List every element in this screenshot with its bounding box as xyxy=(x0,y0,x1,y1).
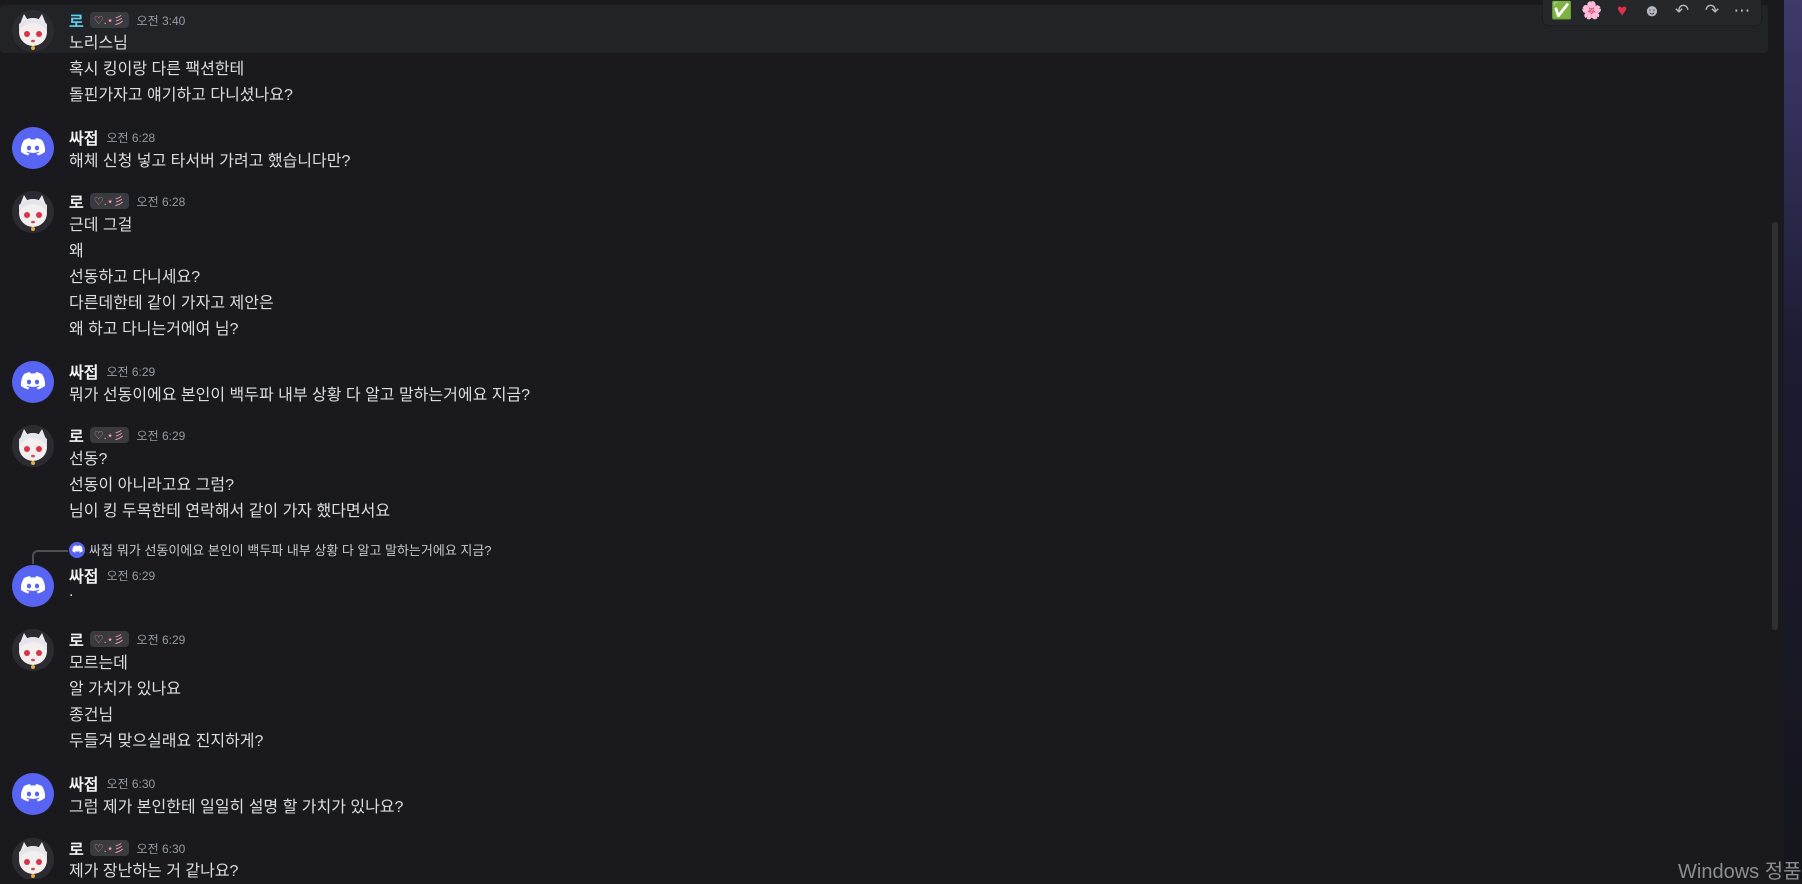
heart-icon: ♡.⋆彡 xyxy=(93,430,125,442)
timestamp: 오전 6:29 xyxy=(136,428,186,443)
author-name[interactable]: 로 xyxy=(69,189,84,213)
message-line: 모르는데 xyxy=(69,655,128,672)
message-actions-toolbar: ✅ 🌸 ♥ ☻ ↶ ↷ ⋯ xyxy=(1542,0,1762,26)
author-name[interactable]: 싸접 xyxy=(69,359,98,383)
check-reaction-icon[interactable]: ✅ xyxy=(1551,0,1573,22)
discord-logo-icon xyxy=(20,576,46,594)
side-panel-edge xyxy=(1784,0,1802,879)
message-line: 종건님 xyxy=(69,707,114,724)
cherry-blossom-reaction-icon[interactable]: 🌸 xyxy=(1581,0,1603,22)
server-tag-badge[interactable]: ♡.⋆彡 xyxy=(89,427,129,443)
author-name[interactable]: 싸접 xyxy=(69,771,98,795)
message-line: 선동하고 다니세요? xyxy=(69,269,201,286)
message-line: 다른데한테 같이 가자고 제안은 xyxy=(69,295,274,312)
message-line: 선동이 아니라고요 그럼? xyxy=(69,477,234,494)
message-line: 선동? xyxy=(69,451,108,468)
avatar[interactable] xyxy=(12,565,54,607)
author-name[interactable]: 로 xyxy=(69,423,84,447)
more-icon[interactable]: ⋯ xyxy=(1731,0,1753,22)
message-line: 왜 하고 다니는거에여 님? xyxy=(69,321,239,338)
heart-icon: ♡.⋆彡 xyxy=(93,15,125,27)
avatar[interactable] xyxy=(12,361,54,403)
message-line: 돌핀가자고 얘기하고 다니셨나요? xyxy=(69,87,293,104)
timestamp: 오전 6:29 xyxy=(106,364,156,379)
message-line: 알 가치가 있나요 xyxy=(69,681,181,698)
avatar[interactable] xyxy=(12,773,54,815)
heart-icon: ♡.⋆彡 xyxy=(93,196,125,208)
heart-icon: ♡.⋆彡 xyxy=(93,843,125,855)
server-tag-badge[interactable]: ♡.⋆彡 xyxy=(89,631,129,647)
avatar[interactable] xyxy=(12,127,54,169)
reply-icon[interactable]: ↶ xyxy=(1671,0,1693,22)
message-hover-highlight xyxy=(0,5,1768,53)
message-line: 근데 그걸 xyxy=(69,217,133,234)
timestamp: 오전 3:40 xyxy=(136,13,186,28)
discord-logo-icon xyxy=(71,545,83,553)
message-line: 해체 신청 넣고 타서버 가려고 했습니다만? xyxy=(69,153,351,170)
avatar[interactable] xyxy=(12,191,54,233)
timestamp: 오전 6:29 xyxy=(106,568,156,583)
server-tag-badge[interactable]: ♡.⋆彡 xyxy=(89,12,129,28)
message-line: 뭐가 선동이에요 본인이 백두파 내부 상황 다 알고 말하는거에요 지금? xyxy=(69,387,531,404)
timestamp: 오전 6:28 xyxy=(106,130,156,145)
message-line: . xyxy=(69,583,74,600)
author-name[interactable]: 로 xyxy=(69,627,84,651)
discord-logo-icon xyxy=(20,784,46,802)
author-name[interactable]: 싸접 xyxy=(69,125,98,149)
avatar[interactable] xyxy=(12,425,54,467)
timestamp: 오전 6:30 xyxy=(136,841,186,856)
message-line: 님이 킹 두목한테 연락해서 같이 가자 했다면서요 xyxy=(69,503,391,520)
message-line: 제가 장난하는 거 같나요? xyxy=(69,863,239,879)
discord-logo-icon xyxy=(20,138,46,156)
reply-spine xyxy=(32,550,68,564)
discord-logo-icon xyxy=(20,372,46,390)
server-tag-badge[interactable]: ♡.⋆彡 xyxy=(89,193,129,209)
reply-author[interactable]: 싸접 xyxy=(89,540,113,559)
reply-avatar xyxy=(69,541,85,558)
heart-icon: ♡.⋆彡 xyxy=(93,634,125,646)
message-line: 두들겨 맞으실래요 진지하게? xyxy=(69,733,264,750)
message-line: 왜 xyxy=(69,243,84,260)
add-reaction-icon[interactable]: ☻ xyxy=(1641,0,1663,22)
timestamp: 오전 6:30 xyxy=(106,776,156,791)
avatar[interactable] xyxy=(12,838,54,879)
forward-icon[interactable]: ↷ xyxy=(1701,0,1723,22)
reply-reference[interactable]: 싸접 뭐가 선동이에요 본인이 백두파 내부 상황 다 알고 말하는거에요 지금… xyxy=(69,540,492,559)
message-line: 노리스님 xyxy=(69,35,128,52)
windows-activation-watermark: Windows 정품 xyxy=(1678,861,1802,883)
reply-preview[interactable]: 뭐가 선동이에요 본인이 백두파 내부 상황 다 알고 말하는거에요 지금? xyxy=(117,540,492,559)
timestamp: 오전 6:29 xyxy=(136,632,186,647)
message-line: 혹시 킹이랑 다른 팩션한테 xyxy=(69,61,245,78)
avatar[interactable] xyxy=(12,629,54,671)
message-line: 그럼 제가 본인한테 일일히 설명 할 가치가 있나요? xyxy=(69,799,404,816)
server-tag-badge[interactable]: ♡.⋆彡 xyxy=(89,840,129,856)
timestamp: 오전 6:28 xyxy=(136,194,186,209)
avatar[interactable] xyxy=(12,10,54,52)
chat-messages: 로 ♡.⋆彡 오전 3:40 노리스님 혹시 킹이랑 다른 팩션한테 돌핀가자고… xyxy=(0,0,1780,879)
scrollbar-thumb[interactable] xyxy=(1772,222,1778,630)
scrollbar[interactable] xyxy=(1770,0,1780,879)
heart-reaction-icon[interactable]: ♥ xyxy=(1611,0,1633,22)
